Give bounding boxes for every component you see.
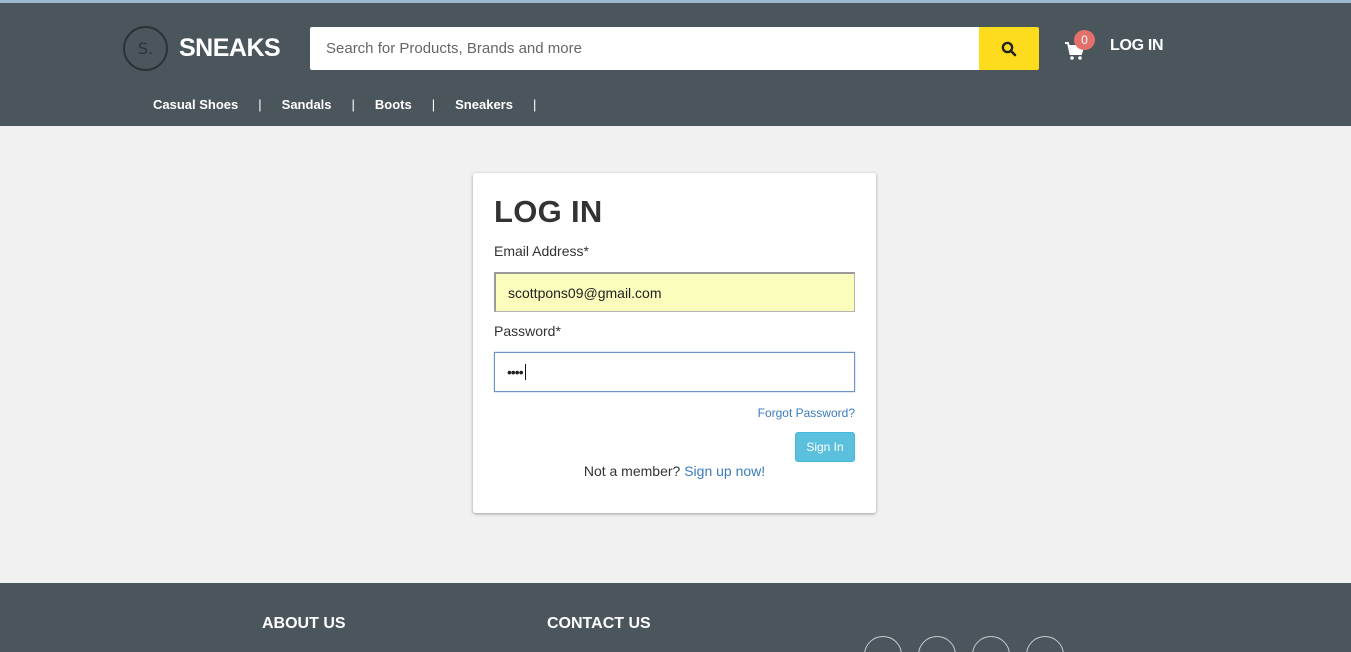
email-icon[interactable]	[1026, 636, 1064, 652]
not-member-text: Not a member?	[583, 463, 681, 479]
password-label: Password*	[494, 323, 561, 339]
signup-link[interactable]: Sign up now!	[684, 463, 765, 479]
brand-name: SNEAKS	[179, 34, 281, 62]
password-field[interactable]: ••••	[494, 352, 855, 392]
site-footer: ABOUT US CONTACT US	[0, 583, 1351, 652]
nav-item-sandals[interactable]: Sandals	[282, 97, 332, 112]
nav-item-casual-shoes[interactable]: Casual Shoes	[153, 97, 238, 112]
twitter-icon[interactable]	[918, 636, 956, 652]
cart-count-badge: 0	[1074, 30, 1095, 50]
nav-separator: |	[258, 97, 262, 112]
nav-item-boots[interactable]: Boots	[375, 97, 412, 112]
email-field[interactable]: scottpons09@gmail.com	[494, 272, 855, 312]
nav-separator: |	[532, 97, 537, 112]
category-nav: Casual Shoes | Sandals | Boots | Sneaker…	[153, 97, 556, 112]
email-value: scottpons09@gmail.com	[508, 284, 662, 301]
header-login-link[interactable]: LOG IN	[1110, 37, 1164, 55]
search-input[interactable]	[310, 27, 979, 70]
signup-prompt: Not a member? Sign up now!	[473, 463, 876, 479]
footer-contact-heading: CONTACT US	[547, 615, 651, 632]
nav-separator: |	[351, 97, 355, 112]
facebook-icon[interactable]	[864, 636, 902, 652]
pinterest-icon[interactable]	[972, 636, 1010, 652]
search-button[interactable]	[979, 27, 1039, 70]
text-cursor	[524, 364, 526, 380]
nav-separator: |	[431, 97, 436, 112]
footer-about-heading: ABOUT US	[262, 615, 346, 632]
site-header: S. SNEAKS 0 LOG IN Casual Shoes | Sandal…	[0, 3, 1351, 126]
nav-item-sneakers[interactable]: Sneakers	[455, 97, 513, 112]
login-title: LOG IN	[494, 194, 603, 229]
search-icon	[1001, 41, 1017, 56]
brand-logo[interactable]: S. SNEAKS	[123, 26, 281, 71]
forgot-password-link[interactable]: Forgot Password?	[758, 406, 855, 420]
search-bar	[310, 27, 1039, 70]
password-value: ••••	[507, 364, 524, 380]
logo-mark: S.	[123, 26, 168, 71]
email-label: Email Address*	[494, 243, 589, 259]
sign-in-button[interactable]: Sign In	[795, 432, 855, 462]
login-card: LOG IN Email Address* scottpons09@gmail.…	[473, 173, 876, 513]
